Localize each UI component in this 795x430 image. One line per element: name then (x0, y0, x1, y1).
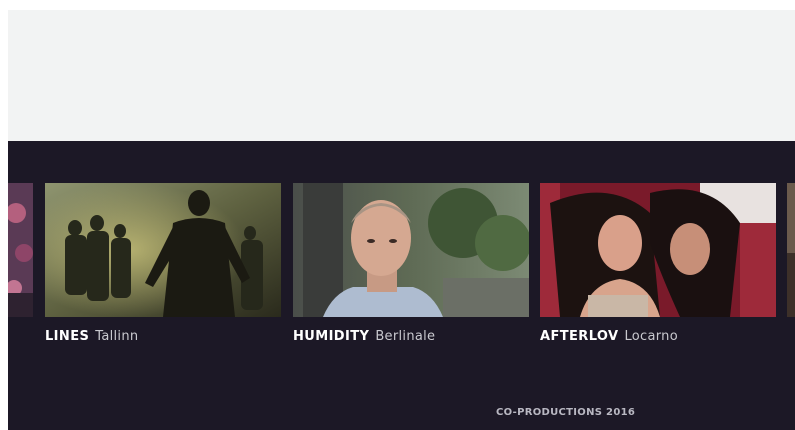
film-festival: Berlinale (375, 329, 436, 344)
film-thumbnail-afterlov[interactable] (540, 183, 776, 317)
film-title: AFTERLOV (540, 329, 619, 344)
film-thumbnail-humidity[interactable] (293, 183, 529, 317)
film-label-afterlov[interactable]: AFTERLOV Locarno (540, 329, 678, 345)
top-banner (8, 10, 795, 141)
film-title: LINES (45, 329, 90, 344)
partial-film-thumbnail-right[interactable] (787, 183, 795, 317)
film-label-humidity[interactable]: HUMIDITY Berlinale (293, 329, 435, 345)
film-carousel: LINES Tallinn HUMIDITY Berlinale AFTERLO… (8, 141, 795, 430)
film-title: HUMIDITY (293, 329, 370, 344)
section-caption: CO-PRODUCTIONS 2016 (496, 407, 636, 418)
partial-film-thumbnail-left[interactable] (8, 183, 33, 317)
film-thumbnail-lines[interactable] (45, 183, 281, 317)
film-festival: Locarno (624, 329, 678, 344)
film-label-lines[interactable]: LINES Tallinn (45, 329, 138, 345)
film-festival: Tallinn (95, 329, 139, 344)
